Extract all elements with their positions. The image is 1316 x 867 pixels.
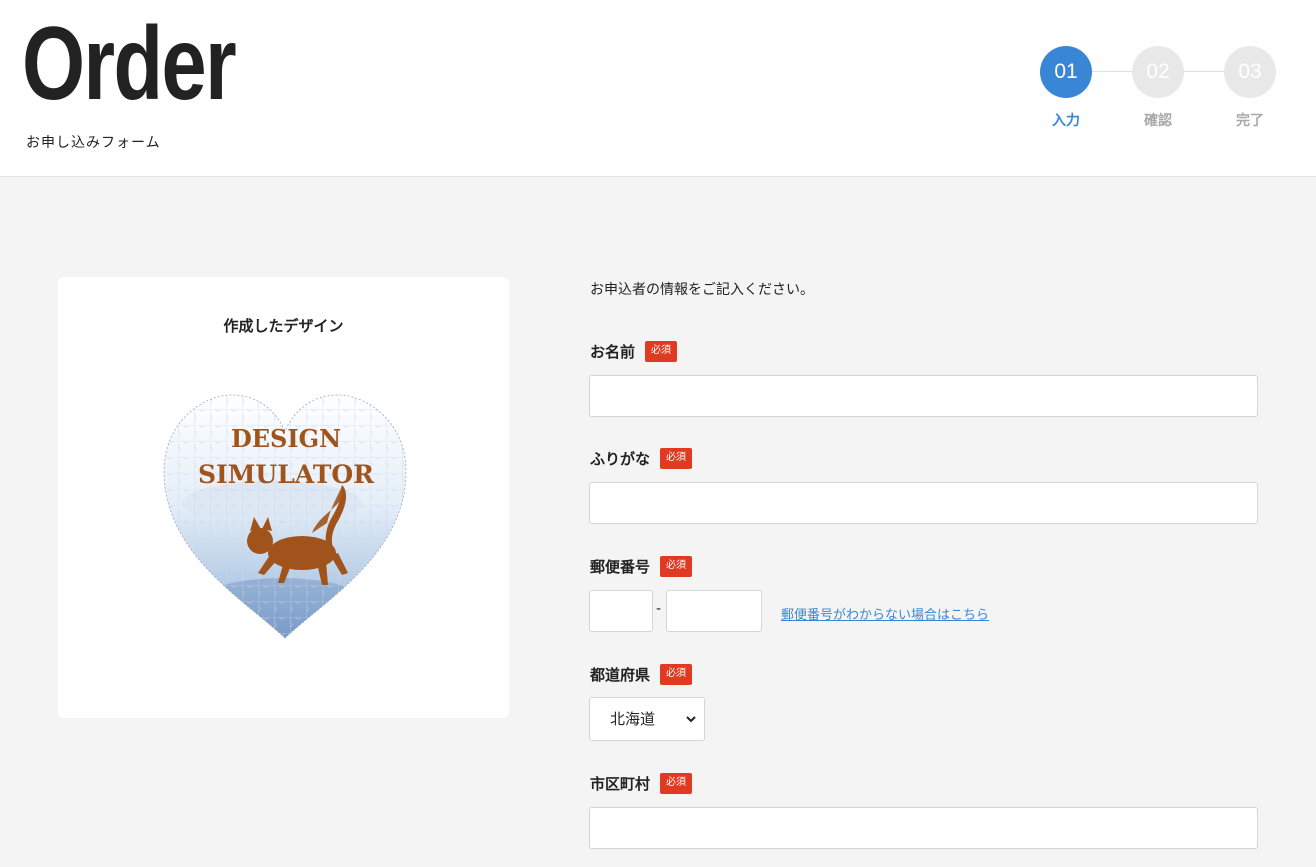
step-complete: 03 完了 [1224, 46, 1276, 130]
required-badge: 必須 [660, 773, 693, 794]
page-subtitle: お申し込みフォーム [26, 135, 161, 151]
step-input: 01 入力 [1040, 46, 1092, 130]
design-preview-card: 作成したデザイン DESIGN SIMULATOR [58, 277, 509, 718]
design-preview-title: 作成したデザイン [223, 317, 344, 335]
name-input[interactable] [589, 375, 1258, 417]
city-field-label: 市区町村 必須 [590, 773, 693, 794]
required-badge: 必須 [660, 556, 693, 577]
design-text-line2: SIMULATOR [198, 460, 374, 489]
name-field-label: お名前 必須 [590, 341, 678, 362]
chevron-down-icon [686, 716, 696, 723]
zip-label: 郵便番号 [590, 558, 651, 576]
prefecture-label: 都道府県 [590, 666, 651, 684]
step-number: 01 [1040, 46, 1092, 98]
step-label: 確認 [1144, 113, 1172, 129]
name-label: お名前 [590, 343, 636, 361]
furigana-input[interactable] [589, 482, 1258, 524]
step-number: 02 [1132, 46, 1184, 98]
design-text-line1: DESIGN [231, 424, 341, 453]
required-badge: 必須 [660, 448, 693, 469]
city-input[interactable] [589, 807, 1258, 849]
city-label: 市区町村 [590, 775, 651, 793]
form-intro: お申込者の情報をご記入ください。 [590, 282, 814, 298]
zip-first-input[interactable] [589, 590, 653, 632]
prefecture-select[interactable]: 北海道 [589, 697, 705, 741]
step-confirm: 02 確認 [1132, 46, 1184, 130]
zip-second-input[interactable] [666, 590, 762, 632]
page-header: Order お申し込みフォーム 01 入力 02 確認 03 完了 [0, 0, 1316, 177]
step-label: 完了 [1236, 113, 1264, 129]
furigana-label: ふりがな [590, 450, 651, 468]
prefecture-selected-value: 北海道 [610, 710, 656, 728]
step-label: 入力 [1052, 113, 1080, 129]
furigana-field-label: ふりがな 必須 [590, 448, 693, 469]
prefecture-field-label: 都道府県 必須 [590, 664, 693, 685]
progress-steps: 01 入力 02 確認 03 完了 [1040, 46, 1276, 136]
zip-separator: - [656, 601, 662, 617]
zip-field-label: 郵便番号 必須 [590, 556, 693, 577]
zip-lookup-link[interactable]: 郵便番号がわからない場合はこちら [781, 604, 989, 623]
required-badge: 必須 [645, 341, 678, 362]
page-title: Order [22, 6, 237, 122]
step-number: 03 [1224, 46, 1276, 98]
heart-puzzle-image: DESIGN SIMULATOR [163, 394, 407, 639]
required-badge: 必須 [660, 664, 693, 685]
